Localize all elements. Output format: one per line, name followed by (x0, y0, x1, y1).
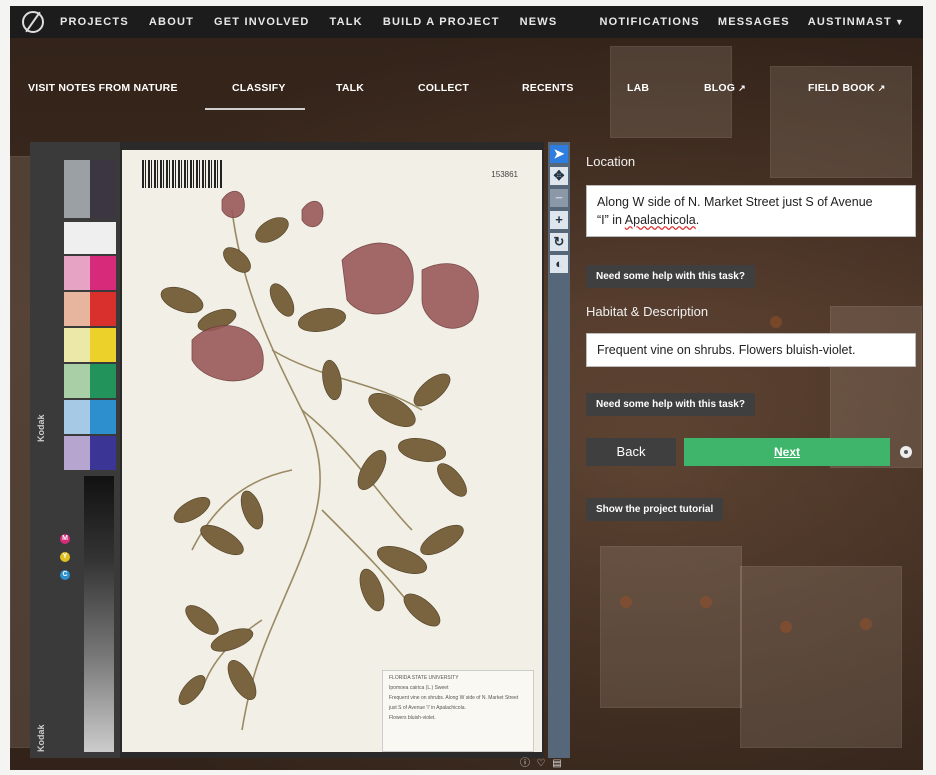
location-answer-text: Apalachicola (624, 213, 696, 227)
location-answer-field[interactable]: Along W side of N. Market Street just S … (586, 185, 916, 237)
kodak-brand-text: Kodak (36, 414, 46, 442)
active-tab-underline (205, 108, 305, 110)
color-swatch (64, 436, 90, 470)
location-answer-text: Along W side of N. Market Street just S … (597, 195, 873, 209)
help-button[interactable]: Need some help with this task? (586, 265, 755, 288)
subject-viewer[interactable]: M Y C Kodak Kodak 153861 FLORIDA STATE U… (30, 142, 544, 758)
subnav-recents[interactable]: RECENTS (522, 82, 574, 94)
pan-icon[interactable]: ✥ (550, 167, 568, 185)
location-answer-text: “I” in (597, 213, 625, 227)
habitat-answer-field[interactable]: Frequent vine on shrubs. Flowers bluish-… (586, 333, 916, 367)
collection-icon[interactable]: ▤ (552, 759, 562, 769)
color-swatch (90, 160, 116, 218)
cmyk-cyan-marker: C (60, 570, 70, 580)
color-swatch (64, 328, 90, 362)
nav-news[interactable]: NEWS (520, 16, 558, 28)
nav-get-involved[interactable]: GET INVOLVED (214, 16, 309, 28)
kodak-brand-text: Kodak (36, 724, 46, 752)
color-swatch (90, 400, 116, 434)
subnav-field-book[interactable]: FIELD BOOK ↗ (808, 82, 886, 94)
subnav-field-book-label: FIELD BOOK (808, 82, 875, 94)
location-answer-text: . (695, 213, 700, 227)
background-sheet (740, 566, 902, 748)
viewer-toolbar: ➤ ✥ − + ↻ ◐ (548, 142, 570, 758)
subnav-collect[interactable]: COLLECT (418, 82, 469, 94)
background-tag-hole (620, 596, 632, 608)
specimen-label-line: Flowers bluish-violet. (389, 715, 436, 721)
chevron-down-icon: ▼ (894, 17, 905, 27)
info-icon[interactable]: ⓘ (520, 759, 530, 769)
color-swatch (90, 328, 116, 362)
user-name: AUSTINMAST (807, 16, 892, 28)
color-swatch (90, 292, 116, 326)
nav-build-a-project[interactable]: BUILD A PROJECT (383, 16, 500, 28)
habitat-question: Habitat & Description (586, 304, 709, 319)
nav-messages[interactable]: MESSAGES (718, 16, 790, 28)
background-tag-hole (860, 618, 872, 630)
color-swatch (90, 256, 116, 290)
background-sheet (600, 546, 742, 708)
subnav-lab[interactable]: LAB (627, 82, 649, 94)
external-link-icon: ↗ (738, 83, 746, 93)
user-menu[interactable]: AUSTINMAST ▼ (808, 16, 905, 28)
location-question: Location (586, 154, 636, 169)
nav-talk[interactable]: TALK (330, 16, 363, 28)
nav-about[interactable]: ABOUT (149, 16, 194, 28)
top-navigation: PROJECTS ABOUT GET INVOLVED TALK BUILD A… (10, 6, 923, 38)
zoom-out-icon[interactable]: − (550, 189, 568, 207)
external-link-icon: ↗ (877, 83, 886, 93)
invert-icon[interactable]: ◐ (550, 255, 568, 273)
project-navigation: VISIT NOTES FROM NATURE CLASSIFY TALK CO… (10, 74, 923, 110)
cmyk-magenta-marker: M (60, 534, 70, 544)
favorite-heart-icon[interactable]: ♡ (536, 759, 546, 769)
specimen-label-line: just S of Avenue 'I' in Apalachicola. (389, 705, 466, 711)
viewer-footer-icons: ⓘ ♡ ▤ (520, 759, 562, 769)
nav-notifications[interactable]: NOTIFICATIONS (599, 16, 699, 28)
page-frame: PROJECTS ABOUT GET INVOLVED TALK BUILD A… (10, 6, 923, 770)
herbarium-sheet: 153861 FLORIDA STATE UNIVERSITY Ipomoea … (122, 150, 542, 752)
color-calibration-card: M Y C Kodak Kodak (30, 142, 120, 758)
color-swatch (64, 400, 90, 434)
gear-icon[interactable] (900, 446, 912, 458)
zooniverse-logo-icon[interactable] (22, 11, 44, 33)
subnav-classify[interactable]: CLASSIFY (232, 82, 286, 94)
help-button[interactable]: Need some help with this task? (586, 393, 755, 416)
specimen-label-line: Frequent vine on shrubs. Along W side of… (389, 695, 519, 701)
zoom-in-icon[interactable]: + (550, 211, 568, 229)
back-button[interactable]: Back (586, 438, 676, 466)
next-button[interactable]: Next (684, 438, 890, 466)
specimen-label: FLORIDA STATE UNIVERSITY Ipomoea cairica… (382, 670, 534, 752)
rotate-icon[interactable]: ↻ (550, 233, 568, 251)
color-swatch (64, 292, 90, 326)
specimen-label-line: Ipomoea cairica (L.) Sweet (389, 685, 449, 691)
subnav-visit-project[interactable]: VISIT NOTES FROM NATURE (28, 82, 178, 94)
color-swatch (64, 222, 116, 254)
top-navigation-right: NOTIFICATIONS MESSAGES AUSTINMAST ▼ (599, 6, 923, 38)
plant-specimen-image (160, 190, 479, 731)
background-tag-hole (700, 596, 712, 608)
task-panel: Location Along W side of N. Market Stree… (586, 154, 916, 521)
pointer-icon[interactable]: ➤ (550, 145, 568, 163)
specimen-label-line: FLORIDA STATE UNIVERSITY (389, 675, 459, 681)
color-swatch (64, 256, 90, 290)
subnav-talk[interactable]: TALK (336, 82, 364, 94)
nav-projects[interactable]: PROJECTS (60, 16, 129, 28)
project-tutorial-button[interactable]: Show the project tutorial (586, 498, 724, 521)
color-swatch (64, 160, 90, 218)
color-swatch (90, 436, 116, 470)
color-swatch (64, 364, 90, 398)
subnav-blog-label: BLOG (704, 82, 736, 94)
grayscale-bar (84, 476, 114, 752)
cmyk-yellow-marker: Y (60, 552, 70, 562)
background-tag-hole (780, 621, 792, 633)
subnav-blog[interactable]: BLOG ↗ (704, 82, 746, 94)
color-swatch (90, 364, 116, 398)
